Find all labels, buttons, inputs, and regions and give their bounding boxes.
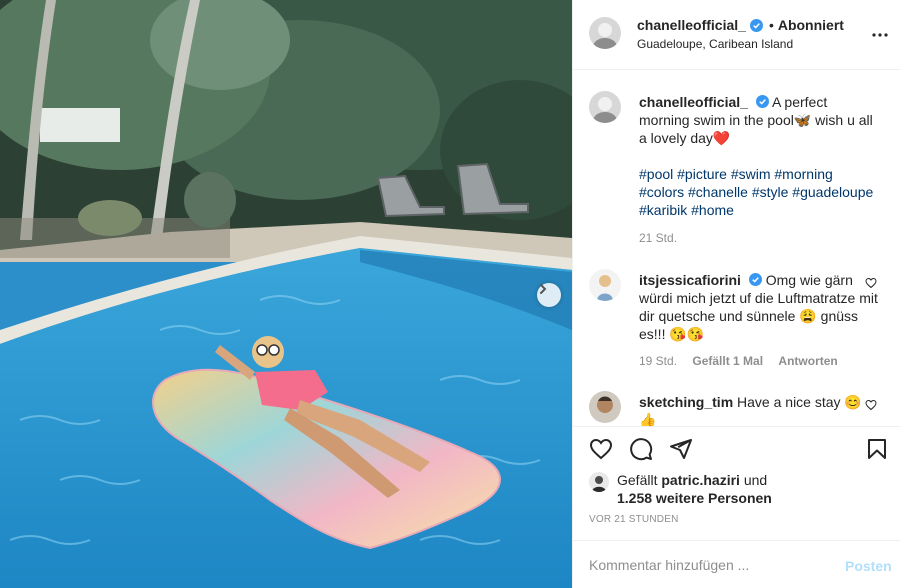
caption-timestamp[interactable]: 21 Std. <box>639 231 677 245</box>
author-username[interactable]: chanelleofficial_ <box>637 17 746 33</box>
action-bar <box>573 426 900 470</box>
more-icon <box>872 33 888 37</box>
comment-item: itsjessicafiorini Omg wie gärn würdi mic… <box>589 269 889 369</box>
comment-item: sketching_tim Have a nice stay 😊👍 <box>589 391 889 426</box>
verified-icon <box>749 18 763 32</box>
post-header: chanelleofficial_ • Abonniert Guadeloupe… <box>573 0 900 70</box>
post-location[interactable]: Guadeloupe, Caribean Island <box>637 37 793 51</box>
comment-time[interactable]: 19 Std. <box>639 354 677 368</box>
likes-count[interactable]: 1.258 weitere Personen <box>617 490 772 506</box>
liker-username[interactable]: patric.haziri <box>661 472 740 488</box>
likes-summary: Gefällt patric.haziri und 1.258 weitere … <box>589 470 889 510</box>
comment-icon[interactable] <box>629 437 653 461</box>
caption: chanelleofficial_ A perfect morning swim… <box>589 91 889 251</box>
author-avatar[interactable] <box>589 17 621 49</box>
chevron-right-icon <box>540 284 547 294</box>
reply-button[interactable]: Antworten <box>778 354 837 368</box>
comment-text-block: itsjessicafiorini Omg wie gärn würdi mic… <box>639 271 879 343</box>
like-comment-heart-icon[interactable] <box>865 277 877 289</box>
comment-likes[interactable]: Gefällt 1 Mal <box>692 354 763 368</box>
commenter-avatar[interactable] <box>589 269 621 301</box>
commenter-avatar[interactable] <box>589 391 621 423</box>
heart-icon[interactable] <box>589 437 613 461</box>
post-side-panel: chanelleofficial_ • Abonniert Guadeloupe… <box>572 0 900 588</box>
comment-input[interactable] <box>589 555 829 575</box>
comment-meta: 19 Std. Gefällt 1 Mal Antworten <box>639 354 850 368</box>
caption-username[interactable]: chanelleofficial_ <box>639 94 748 110</box>
post-comment-button[interactable]: Posten <box>845 558 892 574</box>
caption-hashtags[interactable]: #pool #picture #swim #morning #colors #c… <box>639 165 879 219</box>
post-photo[interactable] <box>0 0 572 588</box>
caption-text-block: chanelleofficial_ A perfect morning swim… <box>639 93 879 147</box>
comments-list[interactable]: chanelleofficial_ A perfect morning swim… <box>573 71 900 426</box>
caption-avatar[interactable] <box>589 91 621 123</box>
bookmark-icon[interactable] <box>865 437 889 461</box>
comment-username[interactable]: sketching_tim <box>639 394 733 410</box>
caption-time: 21 Std. <box>639 231 689 245</box>
comment-username[interactable]: itsjessicafiorini <box>639 272 741 288</box>
post-timestamp[interactable]: VOR 21 STUNDEN <box>589 514 679 525</box>
share-icon[interactable] <box>669 437 693 461</box>
likes-and: und <box>743 472 768 488</box>
comment-text-block: sketching_tim Have a nice stay 😊👍 <box>639 393 879 426</box>
next-image-button[interactable] <box>537 283 561 307</box>
likes-line: Gefällt patric.haziri und <box>617 472 767 488</box>
more-options-button[interactable] <box>871 26 889 44</box>
pool-scene-image <box>0 0 572 588</box>
separator-dot: • <box>768 17 774 33</box>
liker-avatar[interactable] <box>589 472 609 492</box>
verified-icon <box>748 273 762 286</box>
like-comment-heart-icon[interactable] <box>865 399 877 411</box>
likes-prefix: Gefällt <box>617 472 658 488</box>
add-comment-section: Posten <box>573 540 900 588</box>
follow-button[interactable]: Abonniert <box>778 17 844 33</box>
verified-icon <box>755 95 769 108</box>
